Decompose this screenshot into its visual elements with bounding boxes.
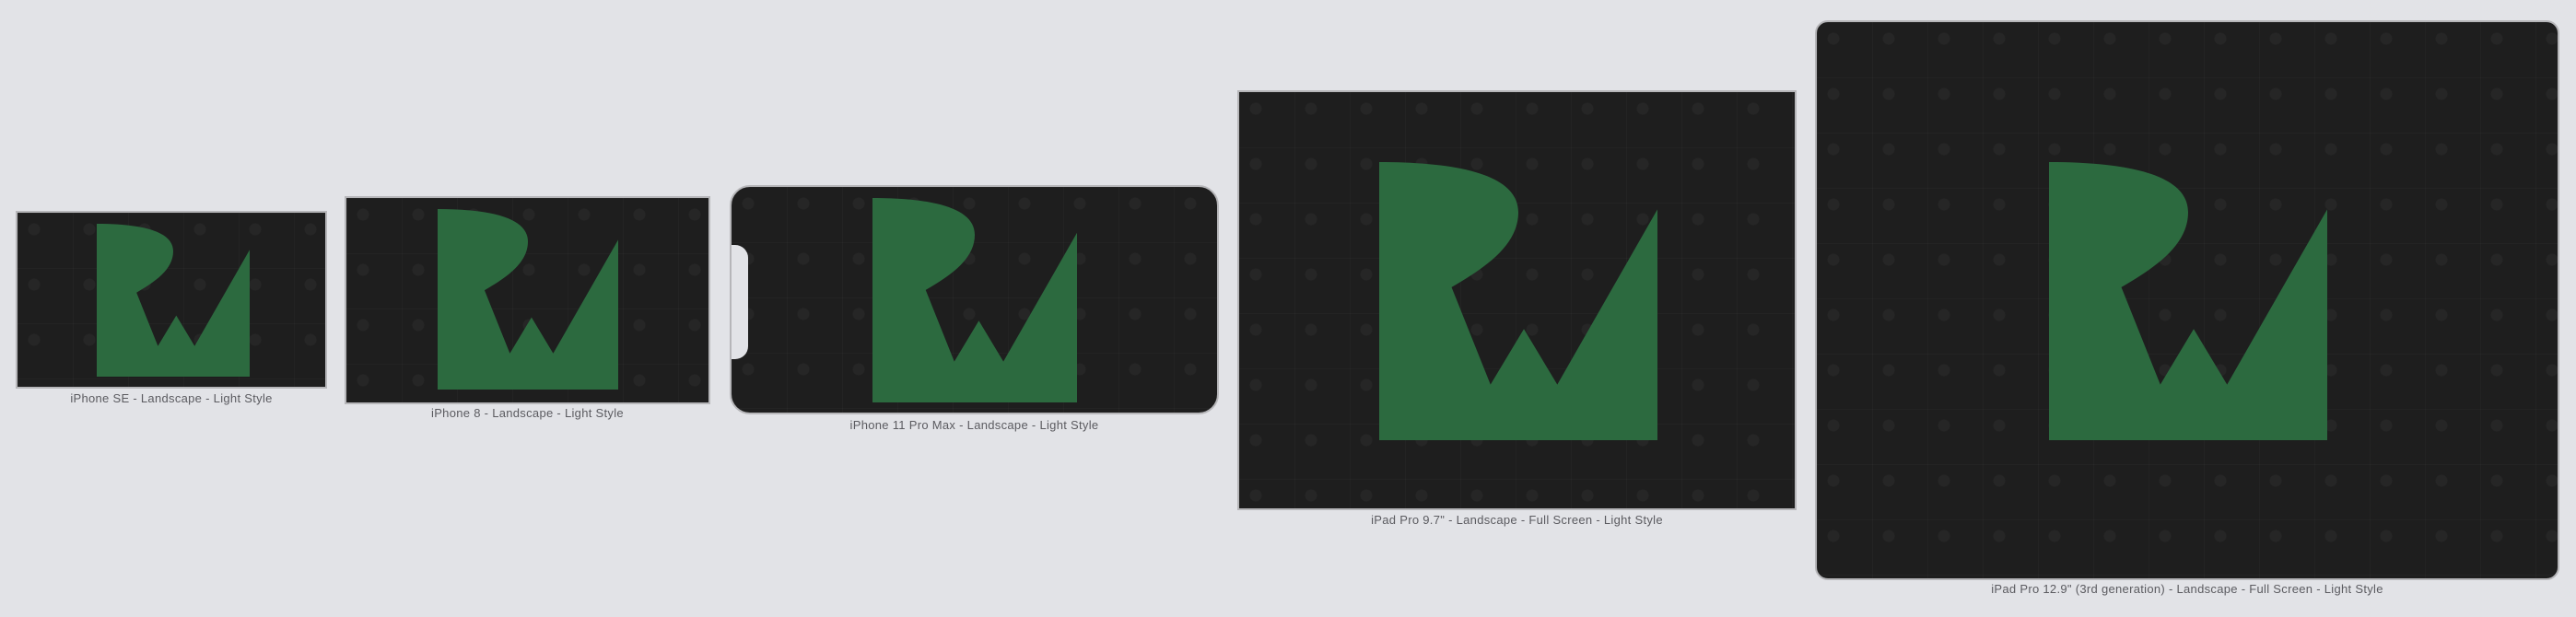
rw-logo-icon (1379, 162, 1657, 440)
preview-iphone-11-pro-max[interactable] (730, 185, 1219, 414)
preview-caption: iPad Pro 12.9" (3rd generation) - Landsc… (1991, 582, 2383, 596)
preview-iphone-8[interactable] (345, 196, 710, 404)
preview-ipad-pro-9-7[interactable] (1237, 90, 1797, 510)
rw-logo-icon (97, 224, 250, 377)
rw-logo-icon (872, 198, 1077, 402)
rw-logo-icon (438, 209, 618, 390)
notch (732, 245, 748, 359)
preview-ipad-pro-12-9[interactable] (1815, 20, 2559, 580)
preview-iphone-se[interactable] (16, 211, 327, 389)
preview-caption: iPhone 8 - Landscape - Light Style (431, 406, 624, 420)
preview-caption: iPad Pro 9.7" - Landscape - Full Screen … (1371, 513, 1663, 527)
preview-caption: iPhone SE - Landscape - Light Style (70, 391, 273, 405)
preview-caption: iPhone 11 Pro Max - Landscape - Light St… (849, 418, 1099, 432)
rw-logo-icon (2049, 162, 2327, 440)
